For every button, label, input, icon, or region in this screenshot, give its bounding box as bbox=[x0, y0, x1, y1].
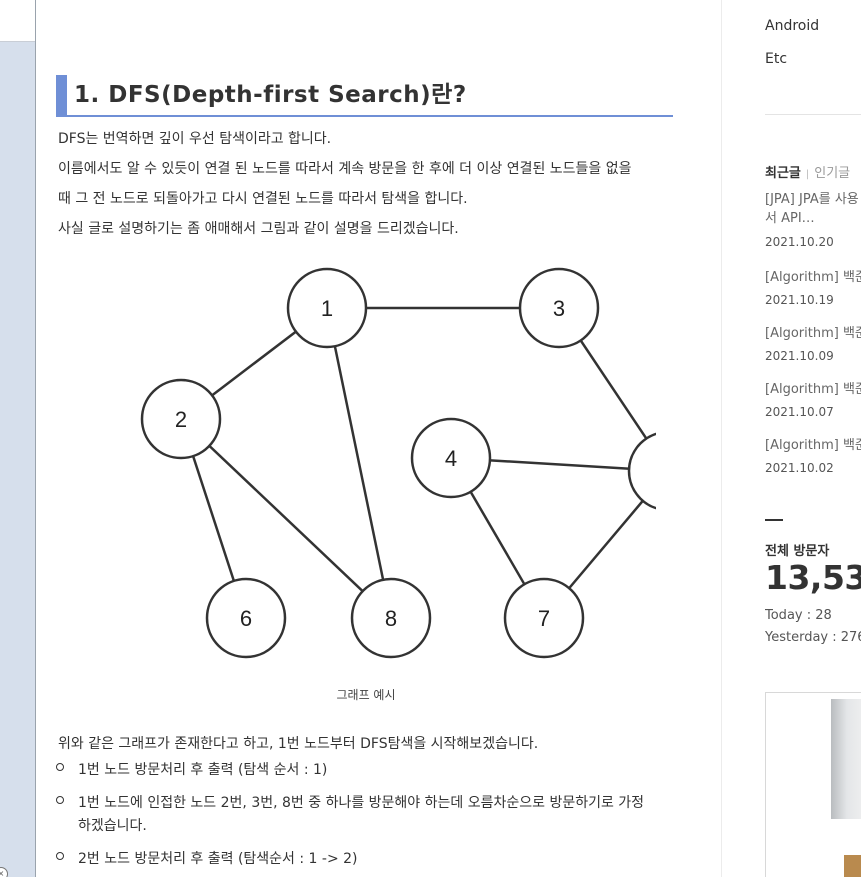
recent-post-title-cont[interactable]: 서 API… bbox=[765, 209, 815, 229]
category-android[interactable]: Android bbox=[765, 18, 819, 34]
list-item: 2번 노드 방문처리 후 출력 (탐색순서 : 1 -> 2) bbox=[56, 848, 676, 871]
ad-image bbox=[831, 699, 861, 819]
recent-post-title[interactable]: [Algorithm] 백준 bbox=[765, 324, 861, 344]
recent-post-date: 2021.10.20 bbox=[765, 235, 834, 249]
graph-diagram: 12345678 bbox=[140, 267, 709, 659]
graph-node-label-4: 4 bbox=[445, 446, 457, 471]
recent-post-date: 2021.10.19 bbox=[765, 293, 834, 307]
list-item-text-cont: 하겠습니다. bbox=[78, 818, 147, 834]
recent-post-date: 2021.10.07 bbox=[765, 405, 834, 419]
left-window-header bbox=[0, 0, 35, 42]
tab-recent[interactable]: 최근글 bbox=[765, 166, 801, 181]
visitor-total: 13,536 bbox=[765, 558, 861, 597]
figure-caption: 그래프 예시 bbox=[336, 688, 396, 702]
tab-popular[interactable]: 인기글 bbox=[814, 166, 850, 181]
bullet-icon bbox=[56, 763, 64, 771]
ad-banner[interactable] bbox=[765, 692, 861, 877]
bullet-icon bbox=[56, 852, 64, 860]
intro-text: 위와 같은 그래프가 존재한다고 하고, 1번 노드부터 DFS탐색을 시작해보… bbox=[58, 736, 539, 752]
sidebar-divider-line bbox=[765, 114, 861, 115]
list-item: 1번 노드 방문처리 후 출력 (탐색 순서 : 1) bbox=[56, 759, 676, 782]
recent-post-title[interactable]: [Algorithm] 백준 bbox=[765, 268, 861, 288]
category-etc[interactable]: Etc bbox=[765, 51, 787, 67]
recent-post-date: 2021.10.09 bbox=[765, 349, 834, 363]
ad-thumbnail bbox=[844, 855, 861, 877]
recent-post-date: 2021.10.02 bbox=[765, 461, 834, 475]
close-icon[interactable]: × bbox=[0, 867, 8, 877]
paragraph: 때 그 전 노드로 되돌아가고 다시 연결된 노드를 따라서 탐색을 합니다. bbox=[58, 191, 468, 207]
recent-post-title[interactable]: [Algorithm] 백준 bbox=[765, 436, 861, 456]
visitor-yesterday: Yesterday : 276 bbox=[765, 630, 861, 645]
section-heading: 1. DFS(Depth-first Search)란? bbox=[56, 75, 673, 117]
visitor-today: Today : 28 bbox=[765, 608, 832, 623]
graph-node-5 bbox=[627, 430, 709, 512]
graph-edge-1-8 bbox=[325, 307, 393, 619]
tab-separator: | bbox=[805, 169, 810, 180]
paragraph: DFS는 번역하면 깊이 우선 탐색이라고 합니다. bbox=[58, 131, 332, 147]
graph-node-label-2: 2 bbox=[175, 407, 187, 432]
recent-post-title[interactable]: [Algorithm] 백준 bbox=[765, 380, 861, 400]
sidebar-divider bbox=[721, 0, 722, 877]
bullet-icon bbox=[56, 796, 64, 804]
left-window-strip: × bbox=[0, 0, 36, 877]
list-item: 1번 노드에 인접한 노드 2번, 3번, 8번 중 하나를 방문해야 하는데 … bbox=[56, 792, 676, 838]
visitor-label: 전체 방문자 bbox=[765, 544, 830, 559]
recent-post-title[interactable]: [JPA] JPA를 사용 bbox=[765, 190, 859, 210]
graph-figure: 12345678 bbox=[76, 262, 709, 662]
paragraph: 이름에서도 알 수 있듯이 연결 된 노드를 따라서 계속 방문을 한 후에 더… bbox=[58, 161, 632, 177]
graph-node-label-8: 8 bbox=[385, 606, 397, 631]
list-item-text: 1번 노드 방문처리 후 출력 (탐색 순서 : 1) bbox=[78, 762, 328, 778]
paragraph: 사실 글로 설명하기는 좀 애매해서 그림과 같이 설명을 드리겠습니다. bbox=[58, 221, 459, 237]
list-item-text: 1번 노드에 인접한 노드 2번, 3번, 8번 중 하나를 방문해야 하는데 … bbox=[78, 795, 645, 811]
visitor-divider bbox=[765, 519, 783, 521]
graph-node-label-7: 7 bbox=[538, 606, 550, 631]
sidebar: Android Etc 최근글 | 인기글 [JPA] JPA를 사용 서 API…… bbox=[765, 0, 861, 877]
list-item-text: 2번 노드 방문처리 후 출력 (탐색순서 : 1 -> 2) bbox=[78, 851, 358, 867]
article: 1. DFS(Depth-first Search)란? DFS는 번역하면 깊… bbox=[56, 0, 709, 877]
section-heading-text: 1. DFS(Depth-first Search)란? bbox=[74, 82, 467, 108]
post-tabs: 최근글 | 인기글 bbox=[765, 162, 850, 181]
graph-node-label-6: 6 bbox=[240, 606, 252, 631]
graph-node-label-1: 1 bbox=[321, 296, 333, 321]
graph-node-label-3: 3 bbox=[553, 296, 565, 321]
